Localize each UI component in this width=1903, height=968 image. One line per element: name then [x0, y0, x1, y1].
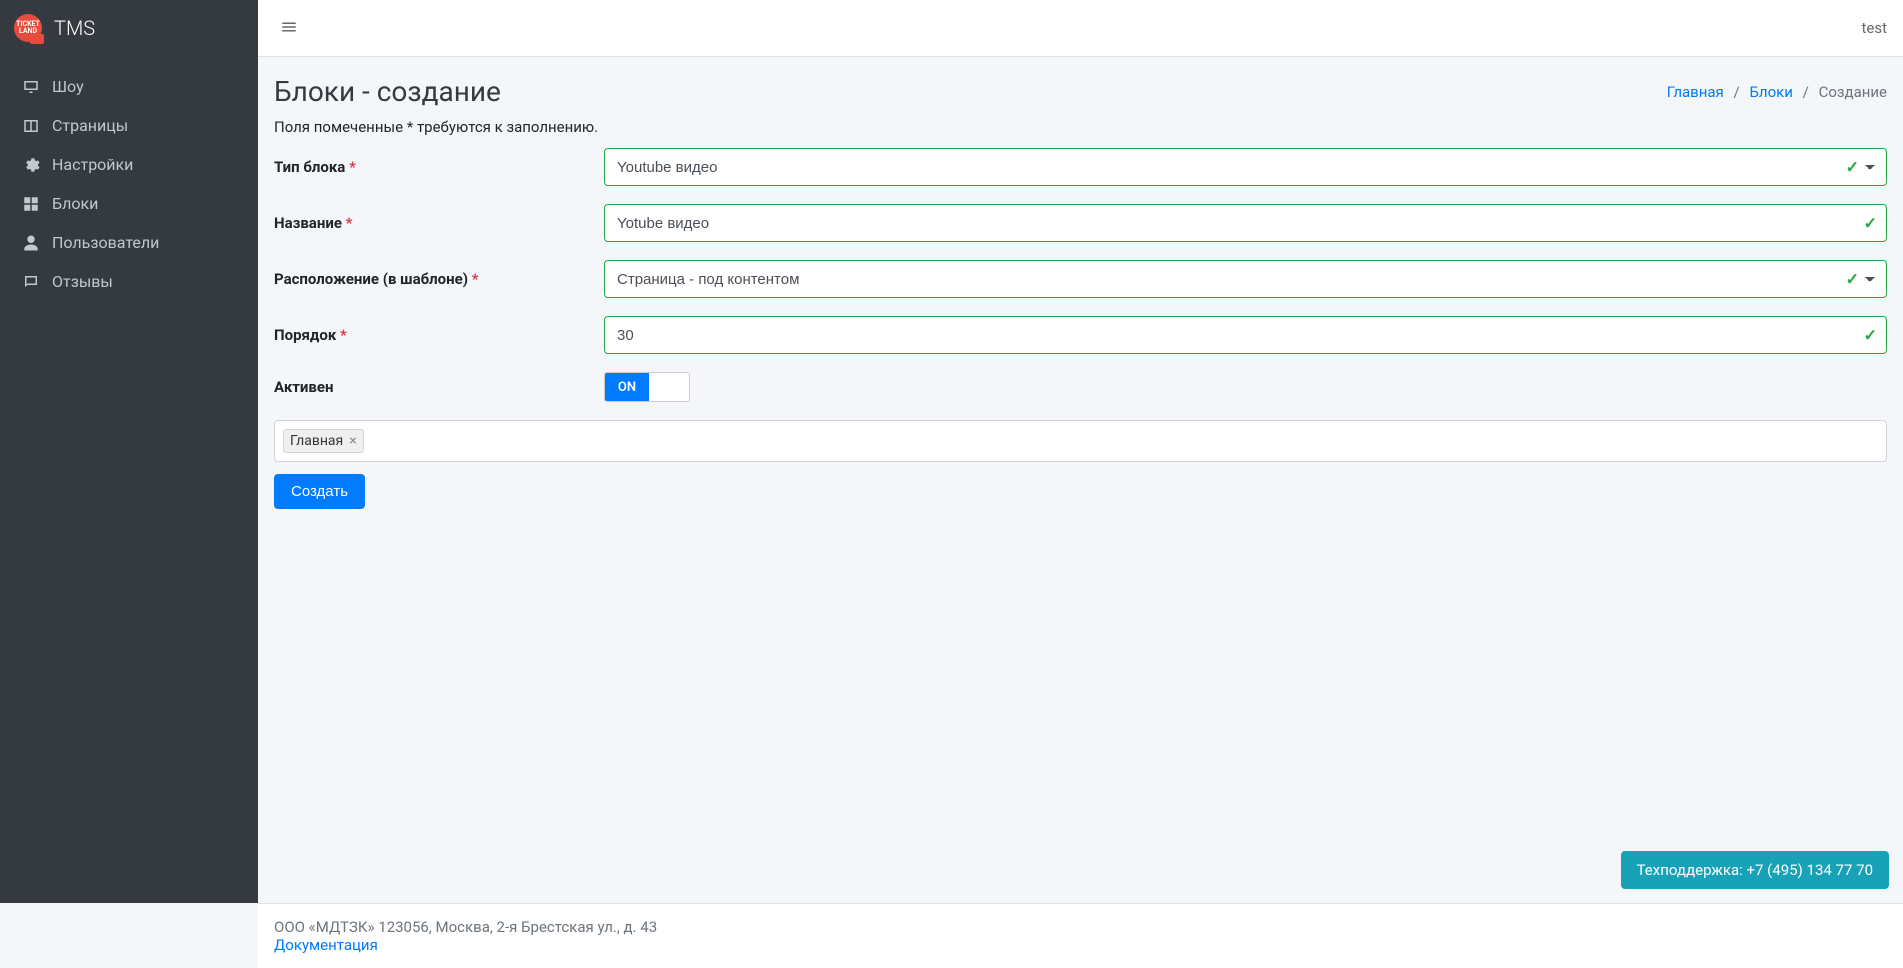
form-row-placement: Расположение (в шаблоне) * Страница - по…: [274, 260, 1887, 298]
sidebar-item-label: Шоу: [52, 77, 84, 96]
tag-label: Главная: [290, 433, 343, 449]
support-button[interactable]: Техподдержка: +7 (495) 134 77 70: [1621, 851, 1889, 889]
user-icon: [20, 234, 42, 252]
brand-logo: TICKET LAND: [14, 14, 42, 42]
label-block-type: Тип блока *: [274, 158, 604, 176]
footer-address: ООО «МДТЗК» 123056, Москва, 2-я Брестска…: [274, 918, 1887, 936]
select-block-type[interactable]: Youtube видео: [604, 148, 1887, 186]
content-header: Блоки - создание Главная / Блоки / Созда…: [258, 57, 1903, 118]
hamburger-icon: [280, 24, 298, 39]
footer-doc-link[interactable]: Документация: [274, 936, 378, 954]
breadcrumb-sep: /: [1803, 83, 1809, 101]
sidebar-item-label: Настройки: [52, 155, 133, 174]
footer: ООО «МДТЗК» 123056, Москва, 2-я Брестска…: [258, 903, 1903, 968]
monitor-icon: [20, 78, 42, 96]
sidebar-item-label: Отзывы: [52, 272, 113, 291]
sidebar-item-reviews[interactable]: Отзывы: [8, 262, 250, 301]
breadcrumb-current: Создание: [1819, 83, 1887, 101]
brand[interactable]: TICKET LAND TMS: [0, 0, 258, 57]
chat-icon: [20, 273, 42, 291]
form-hint: Поля помеченные * требуются к заполнению…: [274, 118, 1887, 136]
sidebar-item-label: Пользователи: [52, 233, 159, 252]
sidebar-nav: Шоу Страницы Настройки Блоки Пользовател…: [0, 57, 258, 311]
tag-input[interactable]: Главная ×: [274, 420, 1887, 462]
brand-text: TMS: [54, 16, 95, 40]
content-body: Поля помеченные * требуются к заполнению…: [258, 118, 1903, 903]
topbar-user[interactable]: test: [1861, 19, 1887, 37]
sidebar-item-users[interactable]: Пользователи: [8, 223, 250, 262]
label-order: Порядок *: [274, 326, 604, 344]
toggle-off-space: [649, 373, 689, 401]
label-placement: Расположение (в шаблоне) *: [274, 270, 604, 288]
input-order[interactable]: [604, 316, 1887, 354]
grid-icon: [20, 195, 42, 213]
sidebar-item-blocks[interactable]: Блоки: [8, 184, 250, 223]
sidebar-item-show[interactable]: Шоу: [8, 67, 250, 106]
sidebar-item-label: Блоки: [52, 194, 98, 213]
page-title: Блоки - создание: [274, 75, 501, 108]
submit-button[interactable]: Создать: [274, 474, 365, 509]
breadcrumb-sep: /: [1734, 83, 1740, 101]
toggle-on-label: ON: [605, 373, 649, 401]
toggle-active[interactable]: ON: [604, 372, 690, 402]
menu-toggle-button[interactable]: [274, 12, 304, 45]
sidebar: TICKET LAND TMS Шоу Страницы Настройки: [0, 0, 258, 903]
form-row-order: Порядок * ✓: [274, 316, 1887, 354]
input-name[interactable]: [604, 204, 1887, 242]
form-row-block-type: Тип блока * Youtube видео ✓: [274, 148, 1887, 186]
breadcrumb: Главная / Блоки / Создание: [1667, 83, 1887, 101]
form-row-active: Активен ON: [274, 372, 1887, 402]
main-content: Блоки - создание Главная / Блоки / Созда…: [258, 0, 1903, 903]
sidebar-item-settings[interactable]: Настройки: [8, 145, 250, 184]
form-row-name: Название * ✓: [274, 204, 1887, 242]
sidebar-item-pages[interactable]: Страницы: [8, 106, 250, 145]
breadcrumb-home[interactable]: Главная: [1667, 83, 1724, 101]
tag-item: Главная ×: [283, 429, 364, 453]
tag-remove-icon[interactable]: ×: [349, 433, 356, 449]
gear-icon: [20, 156, 42, 174]
label-name: Название *: [274, 214, 604, 232]
topbar: test: [258, 0, 1903, 57]
columns-icon: [20, 117, 42, 135]
label-active: Активен: [274, 378, 604, 396]
select-placement[interactable]: Страница - под контентом: [604, 260, 1887, 298]
sidebar-item-label: Страницы: [52, 116, 128, 135]
breadcrumb-blocks[interactable]: Блоки: [1749, 83, 1792, 101]
